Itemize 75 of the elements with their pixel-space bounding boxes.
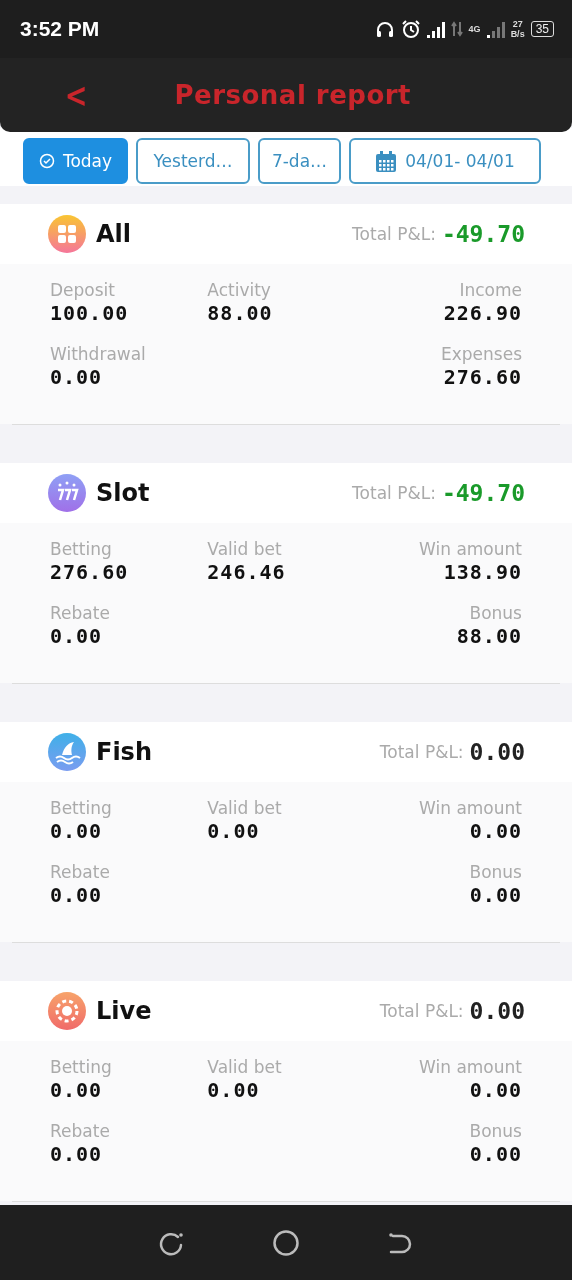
- category-title: All: [96, 220, 133, 248]
- stat-label: Rebate: [50, 862, 111, 883]
- category-title: Fish: [96, 738, 153, 766]
- signal-icon: [486, 20, 505, 38]
- pnl-label: Total P&L:: [379, 742, 464, 762]
- stat-value: 0.00: [469, 819, 522, 843]
- stat-value: 276.60: [443, 365, 522, 389]
- headphones-icon: [374, 19, 395, 39]
- pnl-value: 0.00: [469, 998, 525, 1024]
- date-range-button[interactable]: 04/01- 04/01: [349, 138, 541, 184]
- pnl-label: Total P&L:: [352, 224, 436, 244]
- stat-value: 88.00: [456, 624, 522, 648]
- network-type: 4G: [468, 24, 481, 34]
- stat-label: Win amount: [419, 798, 522, 819]
- slot-icon: [48, 474, 86, 512]
- chip-icon: [48, 992, 86, 1030]
- stat-label: Win amount: [419, 1057, 522, 1078]
- stat-value: 246.46: [207, 560, 287, 584]
- stat-label: Betting: [50, 798, 113, 819]
- pnl-value: -49.70: [441, 221, 525, 247]
- clock-time: 3:52 PM: [20, 17, 100, 41]
- stat-value: 0.00: [50, 365, 104, 389]
- pnl-label: Total P&L:: [379, 1001, 464, 1021]
- filter-tab[interactable]: Yesterd…: [136, 138, 250, 184]
- pnl-value: -49.70: [441, 480, 525, 506]
- back-button[interactable]: <: [56, 75, 96, 115]
- stat-value: 0.00: [469, 1078, 522, 1102]
- stat-label: Valid bet: [207, 1057, 283, 1078]
- stat-label: Betting: [50, 1057, 113, 1078]
- category-title: Slot: [96, 479, 151, 507]
- stat-value: 0.00: [50, 1078, 104, 1102]
- stat-value: 276.60: [50, 560, 130, 584]
- stat-label: Expenses: [441, 344, 522, 365]
- speed-unit: B/s: [510, 29, 525, 39]
- stat-value: 100.00: [50, 301, 130, 325]
- home-icon[interactable]: [272, 1228, 300, 1257]
- stat-label: Rebate: [50, 603, 111, 624]
- stat-value: 0.00: [469, 883, 522, 907]
- page-title: Personal report: [174, 80, 412, 110]
- pnl-value: 0.00: [469, 739, 525, 765]
- stat-value: 0.00: [469, 1142, 522, 1166]
- data-arrows-icon: [450, 20, 463, 38]
- stat-label: Activity: [207, 280, 272, 301]
- calendar-icon: [375, 149, 398, 173]
- stat-value: 0.00: [207, 1078, 261, 1102]
- grid-icon: [48, 215, 86, 253]
- filter-tab[interactable]: 7-da…: [258, 138, 341, 184]
- stat-label: Bonus: [469, 603, 522, 624]
- battery-level: 35: [530, 21, 554, 37]
- stat-value: 0.00: [50, 883, 104, 907]
- stat-value: 0.00: [50, 624, 104, 648]
- stat-value: 0.00: [50, 819, 104, 843]
- stat-value: 0.00: [207, 819, 261, 843]
- stat-label: Withdrawal: [50, 344, 147, 365]
- stat-label: Rebate: [50, 1121, 111, 1142]
- stat-label: Deposit: [50, 280, 116, 301]
- check-circle-icon: [38, 153, 55, 169]
- category-title: Live: [96, 997, 153, 1025]
- stat-label: Income: [459, 280, 522, 301]
- stat-value: 0.00: [50, 1142, 104, 1166]
- alarm-icon: [400, 19, 421, 39]
- stat-value: 138.90: [443, 560, 522, 584]
- stat-label: Valid bet: [207, 539, 283, 560]
- stat-value: 226.90: [443, 301, 522, 325]
- stat-label: Valid bet: [207, 798, 283, 819]
- stat-label: Bonus: [469, 862, 522, 883]
- speed-value: 27: [511, 19, 524, 29]
- stat-label: Win amount: [419, 539, 522, 560]
- filter-tab[interactable]: Today: [23, 138, 128, 184]
- signal-icon: [426, 20, 445, 38]
- stat-label: Betting: [50, 539, 113, 560]
- stat-label: Bonus: [469, 1121, 522, 1142]
- pnl-label: Total P&L:: [352, 483, 436, 503]
- stat-value: 88.00: [207, 301, 274, 325]
- fin-icon: [48, 733, 86, 771]
